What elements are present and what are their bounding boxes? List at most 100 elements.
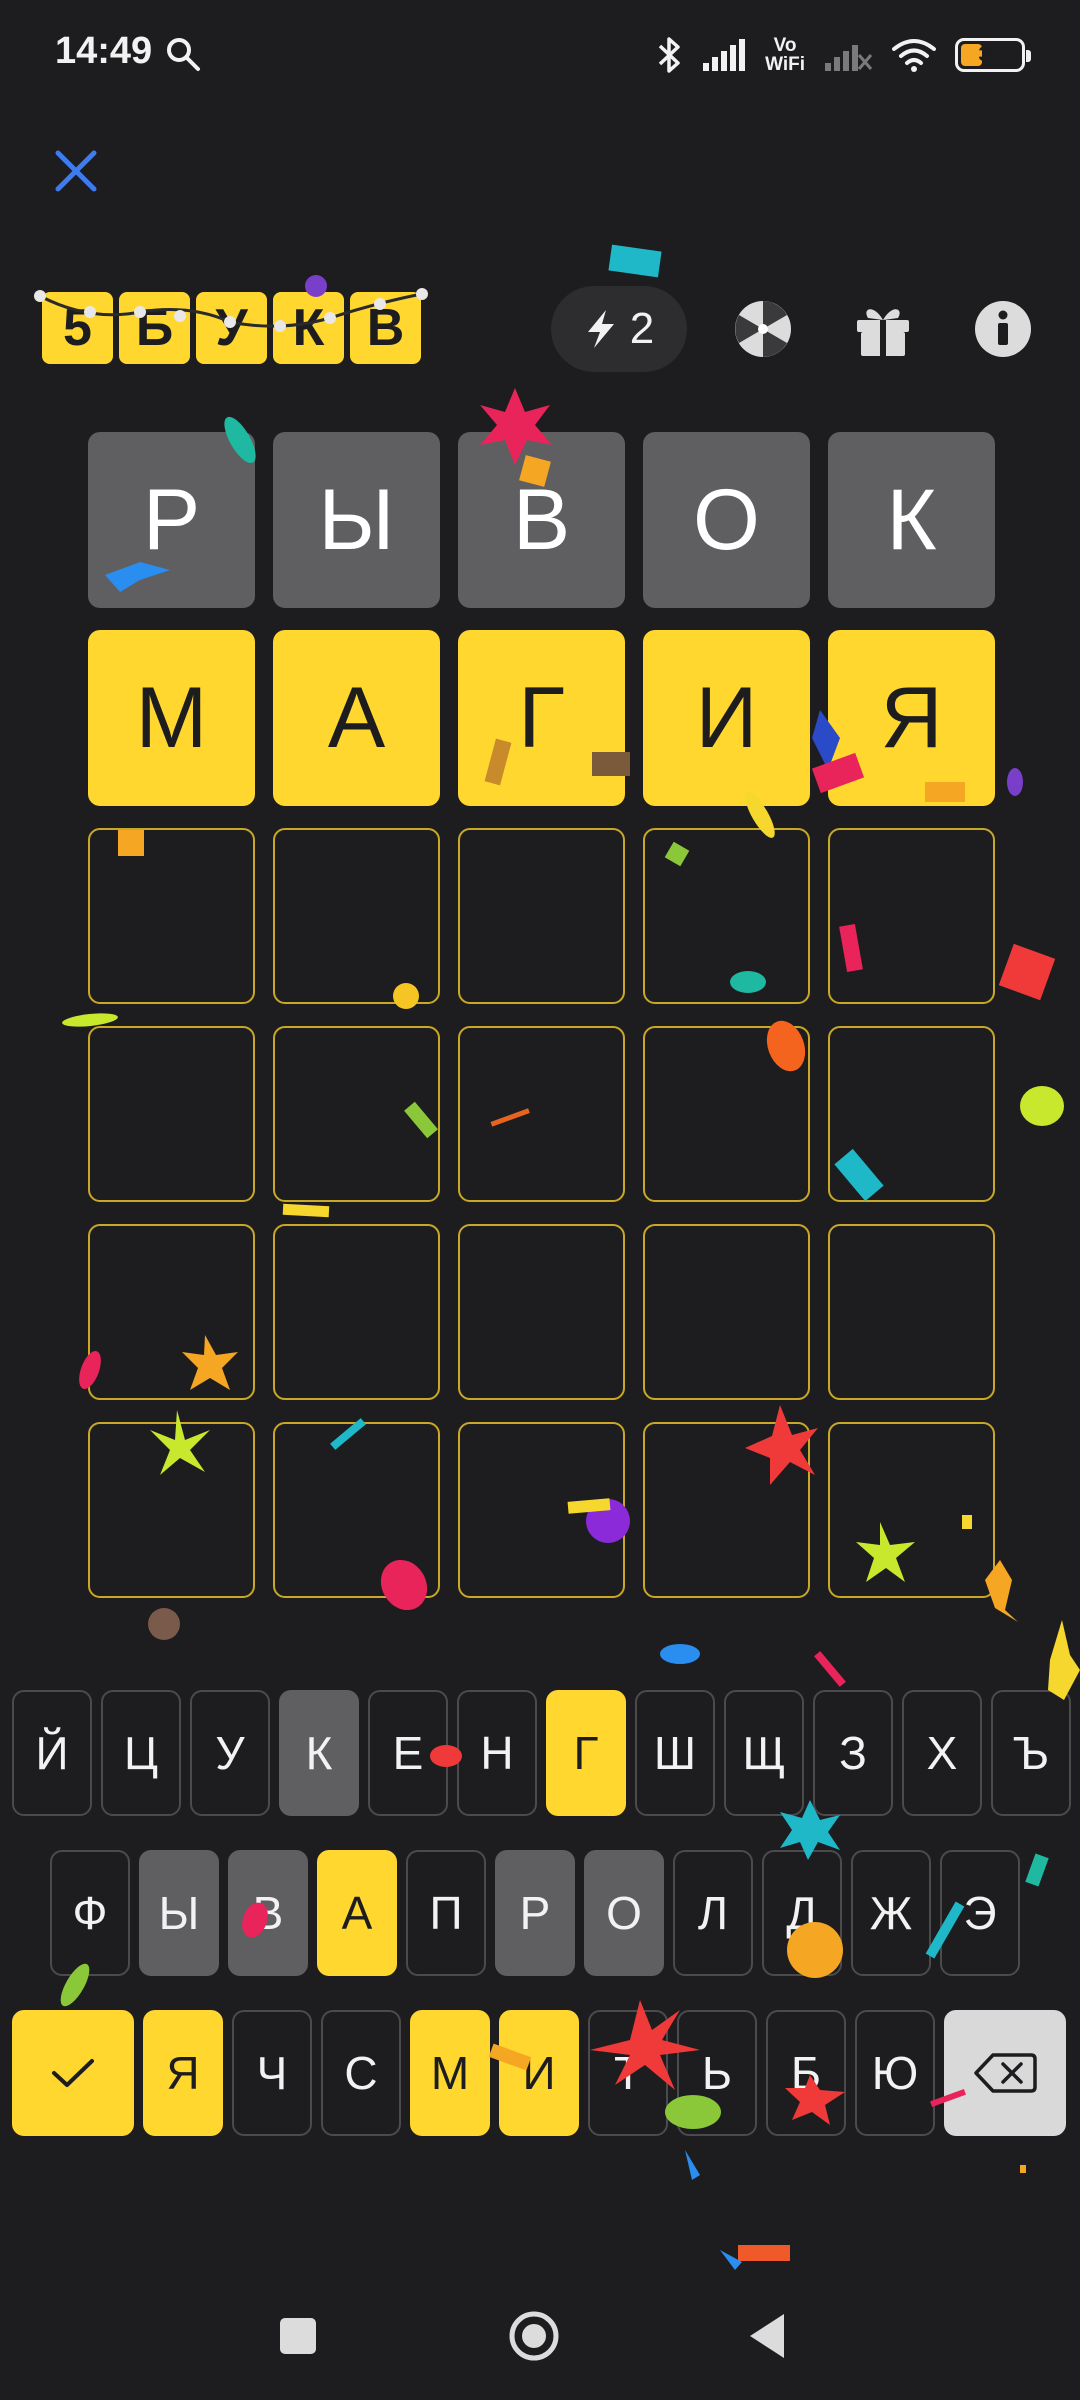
- board-row: Р Ы В О К: [88, 432, 995, 608]
- board-row: [88, 1026, 995, 1202]
- key[interactable]: Ы: [139, 1850, 219, 1976]
- key[interactable]: Д: [762, 1850, 842, 1976]
- key[interactable]: Ц: [101, 1690, 181, 1816]
- board-cell: М: [88, 630, 255, 806]
- board-cell: [273, 1422, 440, 1598]
- board-cell: [88, 1026, 255, 1202]
- vowifi-indicator: Vo WiFi: [765, 36, 805, 74]
- backspace-icon: [974, 2053, 1037, 2093]
- key[interactable]: К: [279, 1690, 359, 1816]
- checkmark-icon: [52, 2059, 94, 2087]
- vowifi-top: Vo: [773, 35, 797, 56]
- board-cell: [88, 1224, 255, 1400]
- board-cell: [643, 828, 810, 1004]
- key[interactable]: Л: [673, 1850, 753, 1976]
- board-cell: [458, 1224, 625, 1400]
- key[interactable]: А: [317, 1850, 397, 1976]
- key[interactable]: У: [190, 1690, 270, 1816]
- battery-level: 36: [978, 43, 1002, 66]
- bluetooth-icon: [658, 37, 680, 73]
- signal-icon: [703, 39, 746, 71]
- close-icon[interactable]: [50, 145, 102, 197]
- board-cell: [643, 1026, 810, 1202]
- board-cell: [458, 1026, 625, 1202]
- key[interactable]: Ь: [677, 2010, 757, 2136]
- info-icon[interactable]: [972, 298, 1034, 360]
- board-cell: [273, 1224, 440, 1400]
- board-cell: Ы: [273, 432, 440, 608]
- board-cell: [273, 828, 440, 1004]
- key[interactable]: В: [228, 1850, 308, 1976]
- key[interactable]: Ъ: [991, 1690, 1071, 1816]
- board-cell: В: [458, 432, 625, 608]
- board-cell: [828, 1422, 995, 1598]
- key[interactable]: С: [321, 2010, 401, 2136]
- navigation-bar: [0, 2270, 1080, 2400]
- board-cell: [458, 1422, 625, 1598]
- garland-decoration: [34, 288, 428, 332]
- wifi-icon: [892, 39, 936, 72]
- key[interactable]: Р: [495, 1850, 575, 1976]
- board-cell: [88, 1422, 255, 1598]
- battery-icon: 36: [955, 38, 1031, 72]
- board-cell: А: [273, 630, 440, 806]
- key[interactable]: Н: [457, 1690, 537, 1816]
- key[interactable]: Я: [143, 2010, 223, 2136]
- fortune-wheel-icon[interactable]: [732, 298, 794, 360]
- enter-button[interactable]: [12, 2010, 134, 2136]
- board-cell: И: [643, 630, 810, 806]
- board-cell: [458, 828, 625, 1004]
- status-icons: Vo WiFi 36: [657, 30, 1031, 80]
- key[interactable]: Ж: [851, 1850, 931, 1976]
- key[interactable]: М: [410, 2010, 490, 2136]
- board-cell: [828, 1224, 995, 1400]
- key[interactable]: Б: [766, 2010, 846, 2136]
- board-cell: Я: [828, 630, 995, 806]
- hints-count: 2: [629, 304, 655, 353]
- board-cell: [828, 828, 995, 1004]
- keyboard-row: Я Ч С М И Т Ь Б Ю: [12, 2010, 1066, 2136]
- board-cell: Г: [458, 630, 625, 806]
- key[interactable]: Ш: [635, 1690, 715, 1816]
- home-icon[interactable]: [508, 2310, 560, 2362]
- board-cell: Р: [88, 432, 255, 608]
- lightning-icon: [587, 310, 614, 348]
- status-bar: 14:49 Vo WiFi 36: [0, 0, 1080, 110]
- key[interactable]: Э: [940, 1850, 1020, 1976]
- board-cell: К: [828, 432, 995, 608]
- key[interactable]: Т: [588, 2010, 668, 2136]
- gift-icon[interactable]: [852, 298, 914, 360]
- key[interactable]: Щ: [724, 1690, 804, 1816]
- key[interactable]: Ю: [855, 2010, 935, 2136]
- key[interactable]: О: [584, 1850, 664, 1976]
- hints-button[interactable]: 2: [551, 286, 687, 372]
- board-cell: [88, 828, 255, 1004]
- board-cell: [643, 1422, 810, 1598]
- board-cell: [643, 1224, 810, 1400]
- key[interactable]: И: [499, 2010, 579, 2136]
- signal-no-service-icon: [825, 45, 873, 71]
- backspace-button[interactable]: [944, 2010, 1066, 2136]
- game-board: Р Ы В О К М А Г И Я: [88, 432, 995, 1620]
- key[interactable]: Ф: [50, 1850, 130, 1976]
- board-row: [88, 1422, 995, 1598]
- key[interactable]: З: [813, 1690, 893, 1816]
- board-row: [88, 1224, 995, 1400]
- search-icon: [167, 38, 200, 71]
- back-icon[interactable]: [744, 2310, 796, 2362]
- vowifi-bottom: WiFi: [765, 54, 805, 75]
- key[interactable]: Е: [368, 1690, 448, 1816]
- board-row: [88, 828, 995, 1004]
- status-time: 14:49: [55, 30, 153, 72]
- board-cell: О: [643, 432, 810, 608]
- key[interactable]: П: [406, 1850, 486, 1976]
- key[interactable]: Й: [12, 1690, 92, 1816]
- board-row: М А Г И Я: [88, 630, 995, 806]
- board-cell: [273, 1026, 440, 1202]
- keyboard-row: Ф Ы В А П Р О Л Д Ж Э: [50, 1850, 1020, 1976]
- key[interactable]: Ч: [232, 2010, 312, 2136]
- key[interactable]: Г: [546, 1690, 626, 1816]
- recent-apps-icon[interactable]: [272, 2310, 324, 2362]
- board-cell: [828, 1026, 995, 1202]
- key[interactable]: Х: [902, 1690, 982, 1816]
